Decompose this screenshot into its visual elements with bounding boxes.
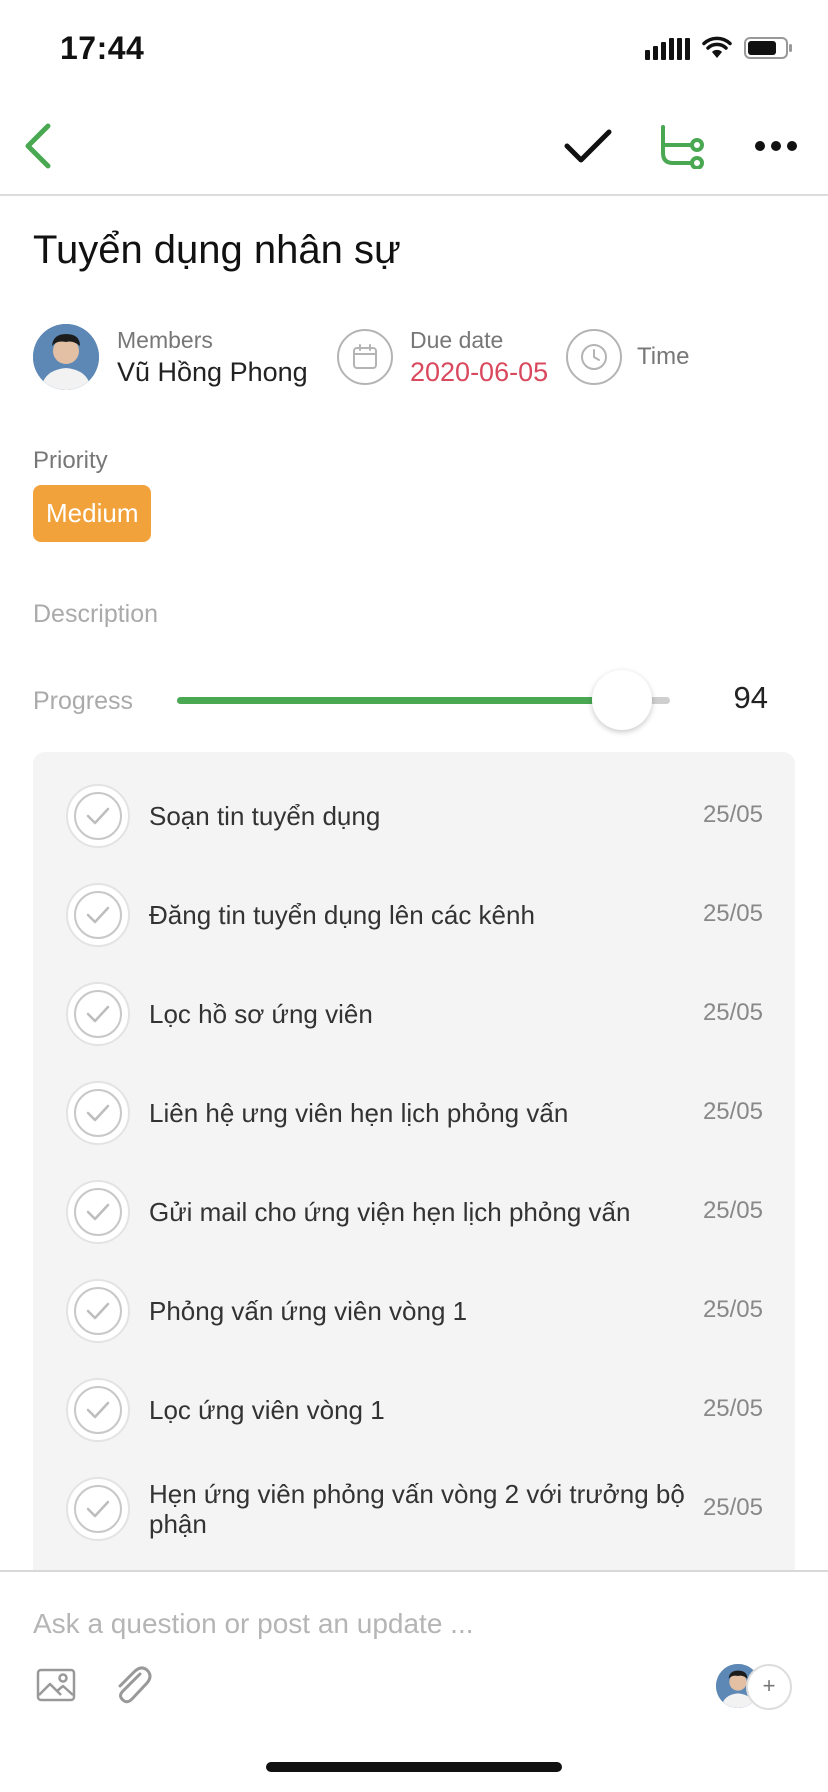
- checklist-item-date: 25/05: [702, 1197, 763, 1224]
- nav-actions: [560, 118, 804, 174]
- attach-file-button[interactable]: [110, 1662, 156, 1708]
- checklist-item-date: 25/05: [702, 900, 763, 927]
- more-button[interactable]: [748, 118, 804, 174]
- checklist-item-title[interactable]: Liên hệ ưng viên hẹn lịch phỏng vấn: [149, 1098, 709, 1128]
- checklist-item-title[interactable]: Gửi mail cho ứng viện hẹn lịch phỏng vấn: [149, 1197, 709, 1227]
- check-icon: [564, 129, 612, 163]
- home-indicator: [266, 1762, 562, 1772]
- task-title[interactable]: Tuyển dụng nhân sự: [33, 228, 401, 273]
- priority-badge[interactable]: Medium: [33, 485, 152, 542]
- add-follower-button[interactable]: +: [746, 1664, 792, 1710]
- more-horizontal-icon: [755, 141, 797, 151]
- checklist-item[interactable]: Phỏng vấn ứng viên vòng 1 25/05: [33, 1261, 795, 1360]
- progress-value: 94: [733, 680, 768, 715]
- description-field[interactable]: Description: [33, 600, 158, 629]
- subtask-tree-icon: [661, 125, 704, 169]
- checklist-item[interactable]: Hẹn ứng viên phỏng vấn vòng 2 với trưởng…: [33, 1459, 795, 1558]
- checklist-item-title[interactable]: Phỏng vấn ứng viên vòng 1: [149, 1296, 709, 1326]
- progress-label: Progress: [33, 687, 134, 715]
- comment-input[interactable]: [33, 1608, 713, 1640]
- paperclip-icon: [118, 1666, 152, 1704]
- comment-composer: +: [0, 1570, 828, 1792]
- checklist-item-date: 25/05: [702, 1098, 763, 1125]
- calendar-icon: [353, 344, 377, 369]
- person-photo-icon: [33, 324, 99, 390]
- members-label: Members: [117, 327, 213, 353]
- checklist-item-title[interactable]: Lọc hồ sơ ứng viên: [149, 999, 709, 1029]
- checklist-item-checkbox[interactable]: [66, 883, 130, 947]
- checklist-item-date: 25/05: [702, 1494, 763, 1521]
- checklist-item-checkbox[interactable]: [66, 1279, 130, 1343]
- subtask-checklist: Soạn tin tuyển dụng 25/05 Đăng tin tuyển d…: [33, 752, 795, 1570]
- checklist-item-checkbox[interactable]: [66, 784, 130, 848]
- check-icon: [74, 1386, 122, 1434]
- checklist-item-checkbox[interactable]: [66, 1378, 130, 1442]
- clock-icon: [581, 344, 607, 370]
- check-icon: [74, 1089, 122, 1137]
- member-avatar[interactable]: [33, 324, 99, 390]
- complete-task-button[interactable]: [560, 118, 616, 174]
- task-meta-row: Members Vũ Hồng Phong Due date 2020-06-0…: [33, 322, 803, 392]
- nav-bar: [0, 96, 828, 196]
- member-name[interactable]: Vũ Hồng Phong: [117, 357, 308, 388]
- back-button[interactable]: [14, 118, 70, 174]
- checklist-item-checkbox[interactable]: [66, 982, 130, 1046]
- checklist-item-date: 25/05: [702, 999, 763, 1026]
- checklist-item[interactable]: Soạn tin tuyển dụng 25/05: [33, 766, 795, 865]
- checklist-item-title[interactable]: Đăng tin tuyển dụng lên các kênh: [149, 900, 709, 930]
- status-bar: 17:44: [0, 0, 828, 96]
- checklist-item[interactable]: Đăng tin tuyển dụng lên các kênh 25/05: [33, 865, 795, 964]
- checklist-item[interactable]: Gửi mail cho ứng viện hẹn lịch phỏng vấn…: [33, 1162, 795, 1261]
- checklist-item[interactable]: Lọc ứng viên vòng 1 25/05: [33, 1360, 795, 1459]
- priority-label: Priority: [33, 447, 108, 474]
- image-icon: [36, 1668, 76, 1702]
- cellular-signal-icon: [645, 36, 690, 60]
- time-button[interactable]: [566, 329, 622, 385]
- checklist-item-date: 25/05: [702, 1395, 763, 1422]
- attach-image-button[interactable]: [35, 1664, 77, 1706]
- checklist-item-date: 25/05: [702, 1296, 763, 1323]
- checklist-item-title[interactable]: Soạn tin tuyển dụng: [149, 801, 709, 831]
- wifi-icon: [702, 36, 732, 58]
- status-time: 17:44: [60, 30, 145, 66]
- time-label[interactable]: Time: [637, 343, 689, 371]
- checklist-item-date: 25/05: [702, 801, 763, 828]
- progress-slider-thumb[interactable]: [592, 670, 652, 730]
- check-icon: [74, 990, 122, 1038]
- progress-fill: [177, 697, 622, 704]
- checklist-item-title[interactable]: Hẹn ứng viên phỏng vấn vòng 2 với trưởng…: [149, 1479, 709, 1539]
- due-date-label: Due date: [410, 327, 504, 353]
- status-icons: [645, 36, 794, 60]
- check-icon: [74, 1188, 122, 1236]
- checklist-item[interactable]: Liên hệ ưng viên hẹn lịch phỏng vấn 25/05: [33, 1063, 795, 1162]
- checklist-item-checkbox[interactable]: [66, 1477, 130, 1541]
- check-icon: [74, 1287, 122, 1335]
- battery-icon: [744, 37, 792, 59]
- check-icon: [74, 1485, 122, 1533]
- check-icon: [74, 891, 122, 939]
- progress-slider[interactable]: [177, 670, 670, 730]
- chevron-left-icon: [25, 123, 51, 169]
- checklist-item-checkbox[interactable]: [66, 1180, 130, 1244]
- check-icon: [74, 792, 122, 840]
- checklist-item[interactable]: Lọc hồ sơ ứng viên 25/05: [33, 964, 795, 1063]
- checklist-item-checkbox[interactable]: [66, 1081, 130, 1145]
- checklist-item-title[interactable]: Lọc ứng viên vòng 1: [149, 1395, 709, 1425]
- due-date-button[interactable]: [337, 329, 393, 385]
- subtasks-button[interactable]: [654, 118, 710, 174]
- due-date-value[interactable]: 2020-06-05: [410, 357, 548, 388]
